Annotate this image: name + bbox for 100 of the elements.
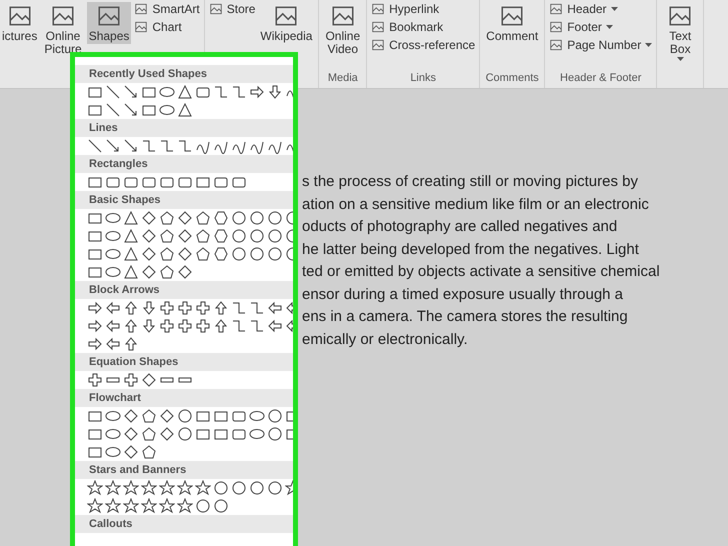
shape-icon[interactable]: [177, 300, 193, 316]
shape-icon[interactable]: [159, 426, 175, 442]
ribbon-button[interactable]: Text Box: [661, 2, 700, 62]
shape-icon[interactable]: [123, 138, 139, 154]
shape-icon[interactable]: [123, 300, 139, 316]
ribbon-button[interactable]: ictures: [0, 2, 40, 44]
shape-icon[interactable]: [141, 246, 157, 262]
shape-icon[interactable]: [141, 138, 157, 154]
shape-icon[interactable]: [159, 246, 175, 262]
shape-icon[interactable]: [249, 318, 265, 334]
shape-icon[interactable]: [267, 318, 283, 334]
shape-icon[interactable]: [231, 84, 247, 100]
shape-icon[interactable]: [123, 336, 139, 352]
shape-icon[interactable]: [267, 426, 283, 442]
shape-icon[interactable]: [195, 210, 211, 226]
shape-icon[interactable]: [105, 246, 121, 262]
shape-icon[interactable]: [141, 426, 157, 442]
ribbon-button[interactable]: Store: [208, 2, 256, 16]
shape-icon[interactable]: [249, 480, 265, 496]
shape-icon[interactable]: [141, 408, 157, 424]
shape-icon[interactable]: [177, 264, 193, 280]
shape-icon[interactable]: [177, 246, 193, 262]
shape-icon[interactable]: [123, 444, 139, 460]
shape-icon[interactable]: [87, 372, 103, 388]
ribbon-button[interactable]: Wikipedia: [258, 2, 314, 44]
shape-icon[interactable]: [177, 228, 193, 244]
shape-icon[interactable]: [123, 372, 139, 388]
shape-icon[interactable]: [159, 300, 175, 316]
shape-icon[interactable]: [105, 210, 121, 226]
shape-icon[interactable]: [195, 246, 211, 262]
shape-icon[interactable]: [105, 444, 121, 460]
shape-icon[interactable]: [141, 318, 157, 334]
shape-icon[interactable]: [105, 138, 121, 154]
shape-icon[interactable]: [105, 498, 121, 514]
shape-icon[interactable]: [213, 84, 229, 100]
shape-icon[interactable]: [249, 210, 265, 226]
shape-icon[interactable]: [213, 318, 229, 334]
ribbon-button[interactable]: Bookmark: [371, 20, 476, 34]
shape-icon[interactable]: [195, 228, 211, 244]
shape-icon[interactable]: [177, 138, 193, 154]
shape-icon[interactable]: [123, 246, 139, 262]
shape-icon[interactable]: [231, 300, 247, 316]
shape-icon[interactable]: [159, 102, 175, 118]
shape-icon[interactable]: [177, 210, 193, 226]
shape-icon[interactable]: [213, 300, 229, 316]
ribbon-button[interactable]: Header: [549, 2, 652, 16]
shape-icon[interactable]: [267, 246, 283, 262]
shape-icon[interactable]: [159, 318, 175, 334]
shape-icon[interactable]: [87, 318, 103, 334]
shape-icon[interactable]: [105, 336, 121, 352]
shape-icon[interactable]: [267, 408, 283, 424]
shape-icon[interactable]: [141, 210, 157, 226]
shape-icon[interactable]: [141, 498, 157, 514]
shape-icon[interactable]: [267, 300, 283, 316]
shape-icon[interactable]: [87, 138, 103, 154]
shape-icon[interactable]: [249, 408, 265, 424]
shape-icon[interactable]: [87, 336, 103, 352]
shape-icon[interactable]: [105, 300, 121, 316]
shape-icon[interactable]: [105, 264, 121, 280]
shape-icon[interactable]: [87, 300, 103, 316]
shape-icon[interactable]: [213, 246, 229, 262]
shape-icon[interactable]: [213, 210, 229, 226]
shape-icon[interactable]: [141, 228, 157, 244]
shape-icon[interactable]: [123, 210, 139, 226]
shape-icon[interactable]: [141, 372, 157, 388]
ribbon-button[interactable]: SmartArt: [134, 2, 200, 16]
shape-icon[interactable]: [231, 480, 247, 496]
shape-icon[interactable]: [123, 498, 139, 514]
shape-icon[interactable]: [105, 480, 121, 496]
shape-icon[interactable]: [267, 228, 283, 244]
shape-icon[interactable]: [159, 408, 175, 424]
shape-icon[interactable]: [123, 264, 139, 280]
shape-icon[interactable]: [195, 498, 211, 514]
shape-icon[interactable]: [105, 408, 121, 424]
shape-icon[interactable]: [105, 228, 121, 244]
shape-icon[interactable]: [177, 318, 193, 334]
shape-icon[interactable]: [177, 84, 193, 100]
shape-icon[interactable]: [249, 300, 265, 316]
ribbon-button[interactable]: Page Number: [549, 38, 652, 52]
shape-icon[interactable]: [195, 480, 211, 496]
shape-icon[interactable]: [123, 480, 139, 496]
ribbon-button[interactable]: Online Picture: [42, 2, 84, 57]
shape-icon[interactable]: [141, 444, 157, 460]
shape-icon[interactable]: [159, 210, 175, 226]
ribbon-button[interactable]: Comment: [484, 2, 540, 44]
shape-icon[interactable]: [177, 498, 193, 514]
shape-icon[interactable]: [159, 138, 175, 154]
shape-icon[interactable]: [267, 84, 283, 100]
ribbon-button[interactable]: Hyperlink: [371, 2, 476, 16]
shape-icon[interactable]: [249, 246, 265, 262]
shape-icon[interactable]: [177, 102, 193, 118]
shape-icon[interactable]: [105, 318, 121, 334]
shape-icon[interactable]: [177, 426, 193, 442]
shape-icon[interactable]: [123, 408, 139, 424]
shape-icon[interactable]: [105, 102, 121, 118]
shape-icon[interactable]: [231, 228, 247, 244]
shape-icon[interactable]: [249, 228, 265, 244]
ribbon-button[interactable]: Cross-reference: [371, 38, 476, 52]
ribbon-button[interactable]: Footer: [549, 20, 652, 34]
shape-icon[interactable]: [159, 480, 175, 496]
